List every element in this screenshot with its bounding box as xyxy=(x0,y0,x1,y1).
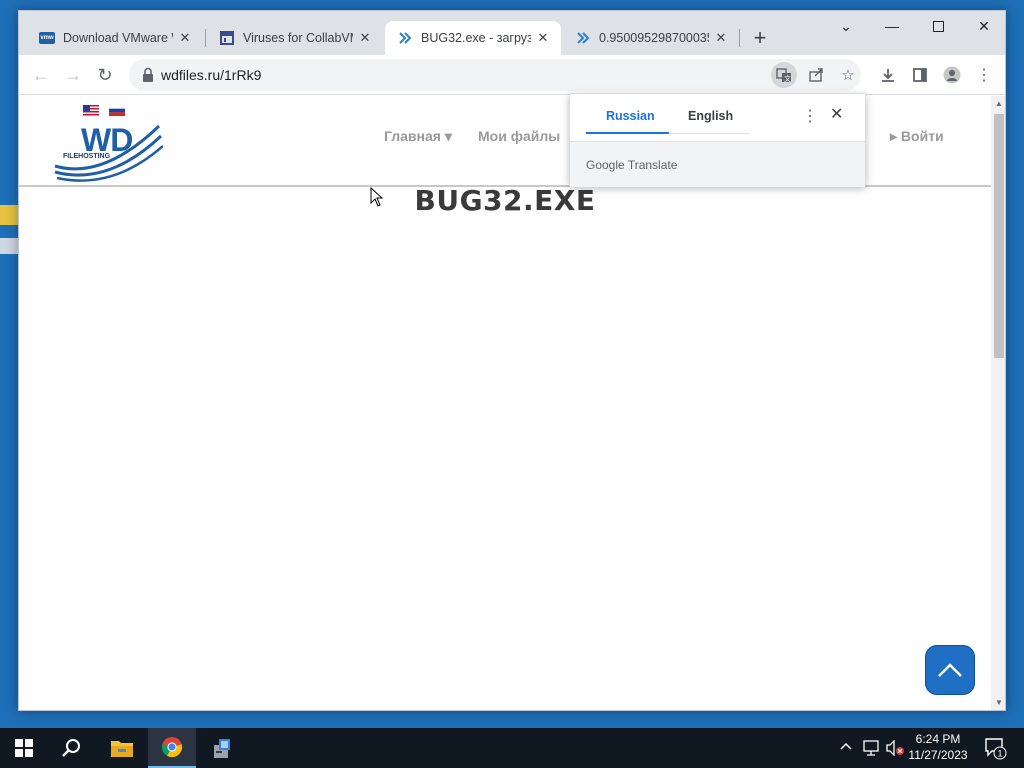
windows-icon xyxy=(15,739,33,757)
clock-time: 6:24 PM xyxy=(915,732,961,746)
chevron-double-icon xyxy=(397,30,413,46)
close-icon[interactable]: ✕ xyxy=(830,104,843,124)
scroll-down-arrow[interactable]: ▼ xyxy=(995,698,1003,707)
show-hidden-icons-chevron-up-icon[interactable] xyxy=(840,740,852,754)
chrome-window: vmw Download VMware W ✕ Viruses for Coll… xyxy=(18,10,1006,711)
tab-target-language[interactable]: English xyxy=(688,109,733,123)
desktop-icon-fragment xyxy=(0,238,18,254)
page-icon xyxy=(219,30,235,46)
reload-button[interactable]: ↻ xyxy=(91,61,119,89)
chevron-double-icon xyxy=(575,30,591,46)
tab-source-language[interactable]: Russian xyxy=(606,109,655,123)
lock-icon[interactable] xyxy=(141,67,155,83)
share-icon[interactable] xyxy=(803,62,829,88)
active-tab-indicator xyxy=(586,132,669,134)
svg-text:文: 文 xyxy=(784,74,791,83)
us-flag-icon[interactable] xyxy=(83,105,99,116)
chrome-menu-icon[interactable]: ⋮ xyxy=(970,61,998,89)
tab-title: BUG32.exe - загрузи xyxy=(421,31,531,45)
close-icon[interactable]: ✕ xyxy=(357,30,373,46)
start-button[interactable] xyxy=(0,728,48,768)
site-logo[interactable]: WD FILEHOSTING xyxy=(53,122,163,184)
file-explorer-button[interactable] xyxy=(98,728,146,768)
nav-login[interactable]: ▸ Войти xyxy=(890,128,944,145)
vmware-icon: vmw xyxy=(39,30,55,46)
desktop-icon-fragment xyxy=(0,205,18,225)
tab-title: Download VMware W xyxy=(63,31,173,45)
scroll-to-top-button[interactable] xyxy=(925,645,975,695)
notifications-icon[interactable]: 1 xyxy=(983,736,1007,763)
download-icon[interactable] xyxy=(874,61,902,89)
close-icon[interactable]: ✕ xyxy=(535,30,551,46)
tab-collabvm[interactable]: Viruses for CollabVM ✕ xyxy=(207,21,383,55)
tab-title: 0.950095298700035. xyxy=(599,31,709,45)
tab-bug32[interactable]: BUG32.exe - загрузи ✕ xyxy=(385,21,561,55)
browser-toolbar: ← → ↻ wdfiles.ru/1rRk9 文 ☆ ⋮ xyxy=(19,55,1005,95)
close-icon[interactable]: ✕ xyxy=(713,30,729,46)
web-page: WD FILEHOSTING Главная ▾ Мои файлы ▸ Вой… xyxy=(19,96,991,710)
chevron-up-icon xyxy=(938,663,962,677)
russian-flag-icon[interactable] xyxy=(109,105,125,116)
translate-popup: Russian English ⋮ ✕ Google Translate xyxy=(569,93,866,187)
translate-icon[interactable]: 文 xyxy=(771,62,797,88)
forward-button[interactable]: → xyxy=(59,61,87,89)
chrome-taskbar-button[interactable] xyxy=(148,728,196,768)
nav-home[interactable]: Главная ▾ xyxy=(384,128,452,145)
language-tabs: Russian English xyxy=(586,106,750,134)
minimize-button[interactable]: — xyxy=(869,11,915,41)
url-text[interactable]: wdfiles.ru/1rRk9 xyxy=(161,67,261,83)
back-button[interactable]: ← xyxy=(27,61,55,89)
side-panel-icon[interactable] xyxy=(906,61,934,89)
nav-my-files[interactable]: Мои файлы xyxy=(478,128,560,144)
tab-strip: vmw Download VMware W ✕ Viruses for Coll… xyxy=(19,11,1005,55)
address-bar[interactable]: wdfiles.ru/1rRk9 文 ☆ xyxy=(129,59,861,91)
folder-icon xyxy=(111,741,133,757)
tab-search-icon[interactable]: ⌄ xyxy=(823,11,869,41)
maximize-button[interactable] xyxy=(915,11,961,41)
page-scrollbar[interactable]: ▲ ▼ xyxy=(991,96,1005,710)
network-icon[interactable] xyxy=(862,740,880,759)
page-title: BUG32.EXE xyxy=(414,184,596,217)
taskbar: 6:24 PM 11/27/2023 1 xyxy=(0,728,1024,768)
tab-title: Viruses for CollabVM xyxy=(243,31,353,45)
app-taskbar-button[interactable] xyxy=(198,728,246,768)
installer-icon xyxy=(214,739,230,758)
system-clock[interactable]: 6:24 PM 11/27/2023 xyxy=(900,731,976,763)
profile-avatar-icon[interactable] xyxy=(938,61,966,89)
new-tab-button[interactable]: + xyxy=(747,25,773,51)
chrome-icon xyxy=(161,737,183,758)
more-options-icon[interactable]: ⋮ xyxy=(802,106,818,126)
google-translate-brand: Google Translate xyxy=(586,158,678,172)
tab-number[interactable]: 0.950095298700035. ✕ xyxy=(563,21,739,55)
search-icon xyxy=(62,739,80,757)
tab-vmware[interactable]: vmw Download VMware W ✕ xyxy=(27,21,203,55)
bookmark-star-icon[interactable]: ☆ xyxy=(835,62,861,88)
close-icon[interactable]: ✕ xyxy=(177,30,193,46)
scroll-up-arrow[interactable]: ▲ xyxy=(995,99,1003,108)
mouse-cursor-icon xyxy=(370,187,384,207)
notification-count: 1 xyxy=(997,749,1002,759)
close-window-button[interactable]: ✕ xyxy=(961,11,1005,41)
clock-date: 11/27/2023 xyxy=(908,748,968,762)
translate-footer: Google Translate xyxy=(570,141,865,187)
scrollbar-thumb[interactable] xyxy=(994,114,1004,358)
search-button[interactable] xyxy=(48,728,96,768)
